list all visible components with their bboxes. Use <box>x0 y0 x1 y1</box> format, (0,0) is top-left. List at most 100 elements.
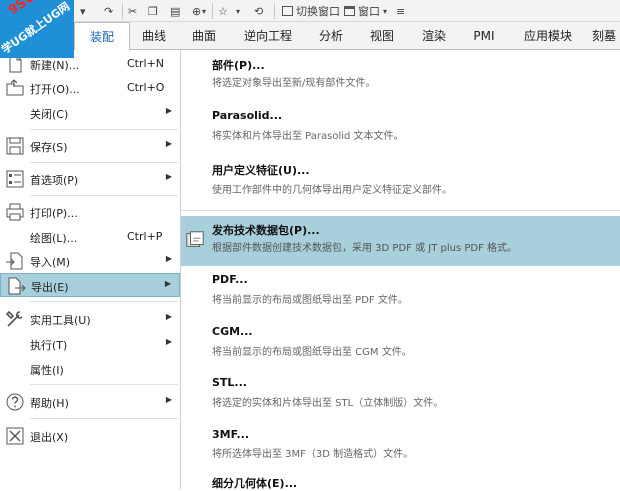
toolbar-separator <box>274 3 275 19</box>
submenu-arrow-icon: ▶ <box>165 172 172 181</box>
toolbar-separator <box>122 3 123 19</box>
window-dropdown-icon: ▾ <box>383 6 388 16</box>
submenu-title: 用户定义特征(U)... <box>212 164 310 177</box>
menu-label-preferences: 首选项(P) <box>30 174 79 187</box>
submenu-title: PDF... <box>212 273 248 286</box>
technical-data-package-icon <box>186 231 204 247</box>
menu-item-close[interactable]: 关闭(C) ▶ <box>0 101 180 125</box>
paste-icon[interactable]: ▤ <box>170 3 180 19</box>
submenu-arrow-icon: ▶ <box>165 139 172 148</box>
submenu-item-3mf[interactable]: 3MF... 将所选体导出至 3MF（3D 制造格式）文件。 <box>181 422 620 474</box>
menu-label-utilities: 实用工具(U) <box>30 314 91 327</box>
shortcut-new: Ctrl+N <box>127 57 165 70</box>
menu-item-import[interactable]: 导入(M) ▶ <box>0 249 180 273</box>
menu-separator <box>30 384 178 385</box>
tab-applications[interactable]: 应用模块 <box>516 22 580 50</box>
menu-item-print[interactable]: 打印(P)... <box>0 200 180 224</box>
menu-label-exit: 退出(X) <box>30 431 69 444</box>
submenu-title: CGM... <box>212 325 253 338</box>
submenu-item-tessellated-geometry[interactable]: 细分几何体(E)... <box>181 474 620 490</box>
tab-analysis[interactable]: 分析 <box>309 22 353 50</box>
menu-label-new: 新建(N)... <box>30 59 80 72</box>
tab-render[interactable]: 渲染 <box>412 22 456 50</box>
exit-icon <box>6 427 24 445</box>
tab-assembly[interactable]: 装配 <box>74 22 130 51</box>
menu-item-export[interactable]: 导出(E) ▶ <box>0 273 180 297</box>
preferences-icon <box>6 170 24 188</box>
tab-curve[interactable]: 曲线 <box>132 22 176 50</box>
submenu-description: 将当前显示的布局或图纸导出至 CGM 文件。 <box>212 347 412 358</box>
submenu-item-stl[interactable]: STL... 将选定的实体和片体导出至 STL（立体制版）文件。 <box>181 370 620 422</box>
menu-item-utilities[interactable]: 实用工具(U) ▶ <box>0 307 180 331</box>
toolbar-separator <box>212 3 213 19</box>
copy-icon[interactable]: ❐ <box>148 3 158 19</box>
menu-item-preferences[interactable]: 首选项(P) ▶ <box>0 167 180 191</box>
submenu-item-cgm[interactable]: CGM... 将当前显示的布局或图纸导出至 CGM 文件。 <box>181 318 620 370</box>
menu-item-save[interactable]: 保存(S) ▶ <box>0 134 180 158</box>
menu-label-help: 帮助(H) <box>30 397 69 410</box>
switch-window-label: 切换窗口 <box>296 5 340 18</box>
submenu-arrow-icon: ▶ <box>164 279 171 288</box>
submenu-title: 部件(P)... <box>212 59 265 72</box>
help-icon <box>6 393 24 411</box>
repeat-command-icon[interactable]: ⟲ <box>254 3 263 19</box>
menu-separator <box>30 418 178 419</box>
submenu-description: 将选定对象导出至新/现有部件文件。 <box>212 78 376 89</box>
tools-icon <box>5 310 23 327</box>
menu-item-execute[interactable]: 执行(T) ▶ <box>0 332 180 356</box>
star-icon[interactable]: ☆ <box>218 3 228 19</box>
submenu-separator <box>181 210 620 211</box>
customize-toolbar-icon[interactable]: ≡ <box>396 3 405 19</box>
export-submenu: 部件(P)... 将选定对象导出至新/现有部件文件。 Parasolid... … <box>181 50 620 490</box>
submenu-description: 将当前显示的布局或图纸导出至 PDF 文件。 <box>212 295 408 306</box>
paste-dropdown-icon[interactable]: ▾ <box>202 3 206 19</box>
submenu-description: 将所选体导出至 3MF（3D 制造格式）文件。 <box>212 449 414 460</box>
submenu-item-technical-data-package[interactable]: 发布技术数据包(P)... 根据部件数据创建技术数据包，采用 3D PDF 或 … <box>181 216 620 266</box>
import-icon <box>6 252 23 270</box>
switch-window-button[interactable]: 切换窗口 <box>282 3 340 19</box>
menu-separator <box>30 195 178 196</box>
menu-item-open[interactable]: 打开(O)... Ctrl+O <box>0 76 180 100</box>
tab-pmi[interactable]: PMI <box>464 22 504 50</box>
submenu-item-udf[interactable]: 用户定义特征(U)... 使用工作部件中的几何体导出用户定义特征定义部件。 <box>181 154 620 208</box>
menu-label-plot: 绘图(L)... <box>30 232 78 245</box>
tab-surface[interactable]: 曲面 <box>182 22 226 50</box>
switch-window-icon <box>282 6 293 16</box>
star-dropdown-icon[interactable]: ▾ <box>236 3 240 19</box>
menu-separator <box>30 129 178 130</box>
window-label: 窗口 <box>358 5 380 18</box>
menu-label-import: 导入(M) <box>30 256 71 269</box>
submenu-description: 将实体和片体导出至 Parasolid 文本文件。 <box>212 131 404 142</box>
submenu-item-pdf[interactable]: PDF... 将当前显示的布局或图纸导出至 PDF 文件。 <box>181 266 620 318</box>
menu-label-save: 保存(S) <box>30 141 68 154</box>
menu-label-close: 关闭(C) <box>30 108 69 121</box>
submenu-arrow-icon: ▶ <box>165 254 172 263</box>
submenu-item-part[interactable]: 部件(P)... 将选定对象导出至新/现有部件文件。 <box>181 50 620 100</box>
menu-label-execute: 执行(T) <box>30 339 68 352</box>
tab-reverse-engineering[interactable]: 逆向工程 <box>236 22 300 50</box>
redo-icon[interactable]: ↷ <box>104 3 113 19</box>
submenu-item-parasolid[interactable]: Parasolid... 将实体和片体导出至 Parasolid 文本文件。 <box>181 102 620 154</box>
undo-dropdown-icon[interactable]: ▾ <box>80 3 86 19</box>
menu-item-exit[interactable]: 退出(X) <box>0 424 180 448</box>
save-icon <box>6 137 24 155</box>
paste-special-icon[interactable]: ⊕ <box>192 3 201 19</box>
menu-separator <box>30 301 178 302</box>
submenu-title: 3MF... <box>212 428 250 441</box>
submenu-arrow-icon: ▶ <box>165 337 172 346</box>
menu-label-print: 打印(P)... <box>30 207 78 220</box>
watermark-logo: 9SUG 学UG就上UG网 <box>0 0 74 58</box>
ribbon-tabs: 装配 曲线 曲面 逆向工程 分析 视图 渲染 PMI 应用模块 刻墓 <box>0 22 620 51</box>
shortcut-plot: Ctrl+P <box>127 230 163 243</box>
menu-item-help[interactable]: 帮助(H) ▶ <box>0 390 180 414</box>
menu-item-plot[interactable]: 绘图(L)... Ctrl+P <box>0 225 180 249</box>
tab-engrave[interactable]: 刻墓 <box>592 22 620 50</box>
menu-item-properties[interactable]: 属性(I) <box>0 357 180 381</box>
menu-label-open: 打开(O)... <box>30 83 80 96</box>
tab-view[interactable]: 视图 <box>360 22 404 50</box>
window-icon <box>344 6 355 16</box>
window-menu-button[interactable]: 窗口 ▾ <box>344 3 387 19</box>
cut-icon[interactable]: ✂ <box>128 3 137 19</box>
submenu-title: Parasolid... <box>212 109 283 122</box>
submenu-title: STL... <box>212 376 247 389</box>
